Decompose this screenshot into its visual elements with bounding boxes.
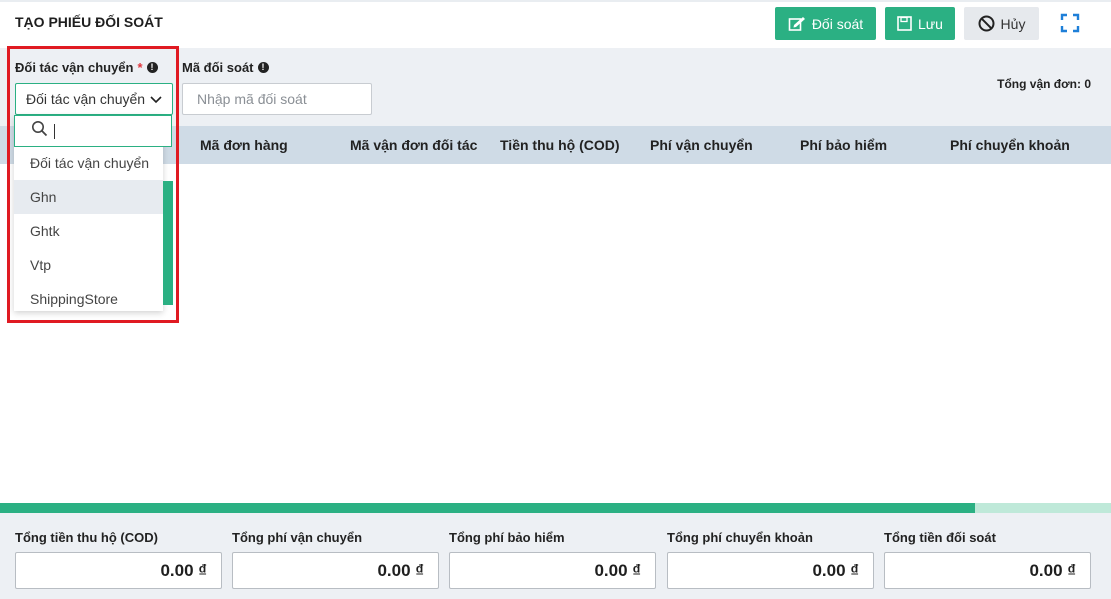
cancel-button[interactable]: Hủy xyxy=(964,7,1039,40)
reconcile-code-input[interactable] xyxy=(182,83,372,115)
total-transfer-label: Tổng phí chuyển khoản xyxy=(667,530,813,545)
column-cod-amount: Tiền thu hộ (COD) xyxy=(500,137,620,153)
top-bar: TẠO PHIẾU ĐỐI SOÁT Đối soát Lưu Hủy xyxy=(0,0,1111,48)
total-reconcile-label: Tổng tiền đối soát xyxy=(884,530,996,545)
dropdown-search-input[interactable] xyxy=(14,115,172,147)
scrollbar-thumb[interactable] xyxy=(0,503,976,513)
total-orders-count: Tổng vận đơn: 0 xyxy=(997,77,1091,91)
total-cod-label: Tổng tiền thu hộ (COD) xyxy=(15,530,158,545)
partner-field-label: Đối tác vận chuyển * ! xyxy=(15,60,158,75)
total-insurance-value: 0.00 ₫ xyxy=(449,552,656,589)
info-icon: ! xyxy=(257,62,269,73)
dropdown-scrollbar[interactable] xyxy=(163,181,173,305)
chevron-down-icon xyxy=(150,91,162,107)
total-shipping-label: Tổng phí vận chuyển xyxy=(232,530,363,545)
cancel-button-label: Hủy xyxy=(1000,15,1026,32)
total-transfer-value: 0.00 ₫ xyxy=(667,552,874,589)
dropdown-option[interactable]: Đối tác vận chuyển xyxy=(14,146,163,180)
partner-dropdown: Đối tác vận chuyển Ghn Ghtk Vtp Shipping… xyxy=(14,115,172,311)
partner-select[interactable]: Đối tác vận chuyển xyxy=(15,83,173,115)
total-reconcile-value: 0.00 ₫ xyxy=(884,552,1091,589)
total-cod-value: 0.00 ₫ xyxy=(15,552,222,589)
required-marker: * xyxy=(137,60,143,75)
search-icon xyxy=(31,120,48,142)
totals-panel: Tổng tiền thu hộ (COD) 0.00 ₫ Tổng phí v… xyxy=(0,513,1111,599)
code-label-text: Mã đối soát xyxy=(182,60,254,75)
dropdown-option[interactable]: Vtp xyxy=(14,248,163,282)
partner-select-value: Đối tác vận chuyển xyxy=(26,91,146,107)
column-insurance-fee: Phí bảo hiểm xyxy=(800,137,888,153)
reconcile-button-label: Đối soát xyxy=(811,15,864,32)
page-title: TẠO PHIẾU ĐỐI SOÁT xyxy=(15,14,163,30)
ban-icon xyxy=(978,15,995,32)
info-icon: ! xyxy=(146,62,158,73)
partner-label-text: Đối tác vận chuyển xyxy=(15,60,134,75)
total-insurance-label: Tổng phí bảo hiểm xyxy=(449,530,565,545)
fullscreen-icon[interactable] xyxy=(1060,13,1080,33)
column-partner-waybill: Mã vận đơn đối tác xyxy=(350,137,478,153)
column-order-code: Mã đơn hàng xyxy=(200,137,288,153)
dropdown-option[interactable]: Ghn xyxy=(14,180,163,214)
column-transfer-fee: Phí chuyển khoản xyxy=(950,137,1070,153)
dropdown-option[interactable]: ShippingStore xyxy=(14,282,163,316)
save-button[interactable]: Lưu xyxy=(885,7,955,40)
floppy-disk-icon xyxy=(897,16,912,31)
total-shipping-value: 0.00 ₫ xyxy=(232,552,439,589)
dropdown-option[interactable]: Ghtk xyxy=(14,214,163,248)
horizontal-scrollbar[interactable] xyxy=(0,503,1111,513)
reconcile-button[interactable]: Đối soát xyxy=(775,7,876,40)
code-field-label: Mã đối soát ! xyxy=(182,60,269,75)
save-button-label: Lưu xyxy=(918,15,943,32)
column-shipping-fee: Phí vận chuyển xyxy=(650,137,753,153)
text-caret xyxy=(54,123,55,139)
edit-check-icon xyxy=(788,16,806,32)
